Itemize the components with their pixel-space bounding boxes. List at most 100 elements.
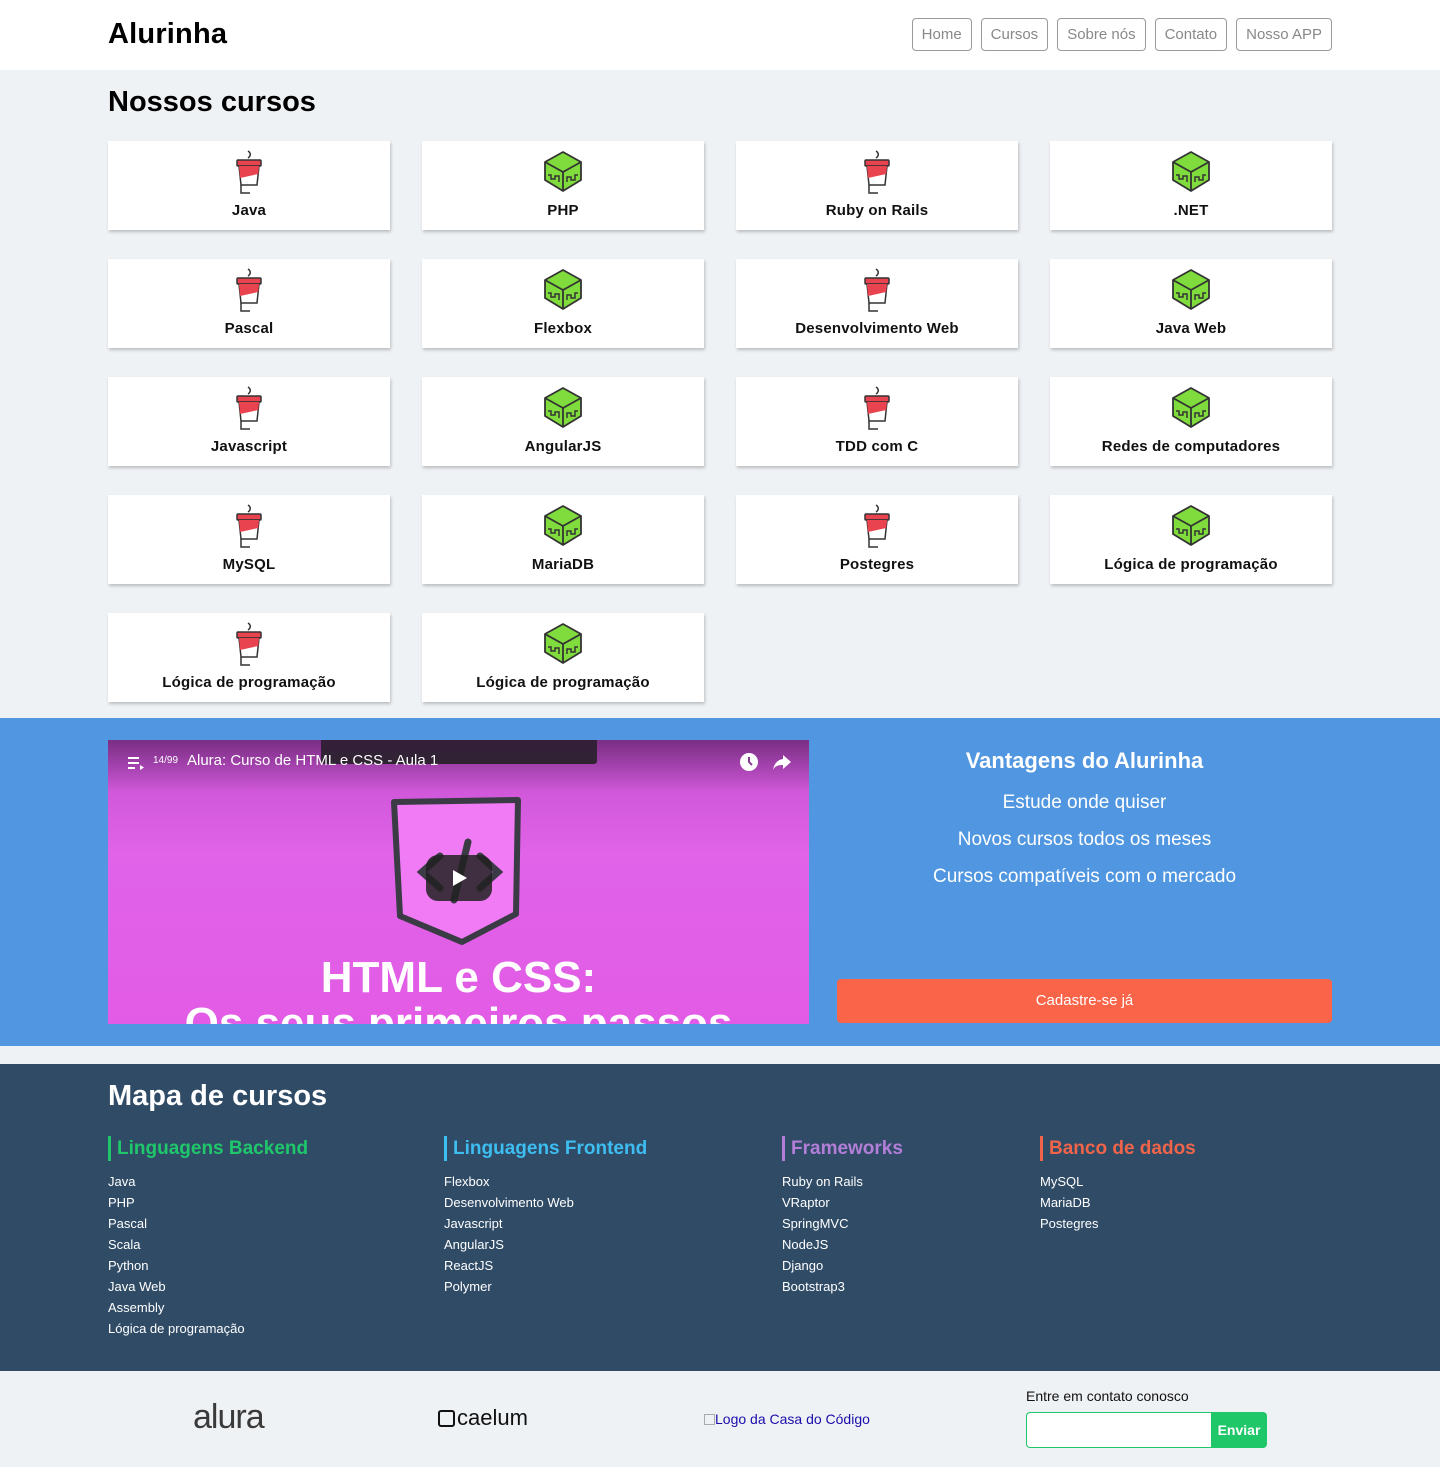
- cube-icon: [1172, 505, 1210, 546]
- video-headline-1: HTML e CSS:: [320, 953, 597, 1002]
- contact-label: Entre em contato conosco: [1026, 1388, 1189, 1404]
- video-player[interactable]: 14/99 Alura: Curso de HTML e CSS - Aula …: [108, 740, 809, 1024]
- course-map-link[interactable]: Polymer: [444, 1276, 647, 1297]
- course-map-link[interactable]: Ruby on Rails: [782, 1171, 903, 1192]
- course-name: Lógica de programação: [162, 674, 336, 691]
- course-map-column: Frameworks Ruby on Rails VRaptor SpringMVC N…: [782, 1136, 903, 1297]
- course-map-heading: Linguagens Frontend: [444, 1136, 647, 1161]
- course-map-link[interactable]: Javascript: [444, 1213, 647, 1234]
- course-map-link[interactable]: Java Web: [108, 1276, 308, 1297]
- course-map-link[interactable]: Pascal: [108, 1213, 308, 1234]
- course-card[interactable]: Flexbox: [422, 259, 704, 348]
- course-card[interactable]: MySQL: [108, 495, 390, 584]
- course-name: Ruby on Rails: [825, 202, 929, 219]
- nav-contato-button[interactable]: Contato: [1154, 18, 1228, 51]
- course-map-link[interactable]: Django: [782, 1255, 903, 1276]
- course-map-link[interactable]: Bootstrap3: [782, 1276, 903, 1297]
- course-card[interactable]: Redes de computadores: [1050, 377, 1332, 466]
- video-counter: 14/99: [153, 755, 179, 766]
- course-map-link[interactable]: AngularJS: [444, 1234, 647, 1255]
- cube-icon: [1172, 151, 1210, 192]
- course-map-link[interactable]: Python: [108, 1255, 308, 1276]
- play-button[interactable]: [426, 855, 492, 901]
- casa-do-codigo-logo[interactable]: Logo da Casa do Código: [704, 1411, 870, 1427]
- course-map-heading: Linguagens Backend: [108, 1136, 308, 1161]
- cube-icon: [544, 151, 582, 192]
- course-card[interactable]: Desenvolvimento Web: [736, 259, 1018, 348]
- cup-icon: [236, 504, 262, 548]
- nav-home-button[interactable]: Home: [911, 18, 972, 51]
- course-name: Java Web: [1155, 320, 1227, 337]
- caelum-logo[interactable]: caelum: [438, 1405, 528, 1431]
- course-map-link[interactable]: MySQL: [1040, 1171, 1196, 1192]
- course-map-link[interactable]: VRaptor: [782, 1192, 903, 1213]
- header: Alurinha Home Cursos Sobre nós Contato N…: [0, 0, 1440, 70]
- watch-later-icon[interactable]: [739, 752, 759, 772]
- signup-button[interactable]: Cadastre-se já: [837, 979, 1332, 1023]
- cup-icon: [236, 622, 262, 666]
- course-map-list: Java PHP Pascal Scala Python Java Web Assembly…: [108, 1171, 308, 1339]
- courses-title: Nossos cursos: [108, 86, 316, 118]
- course-name: Desenvolvimento Web: [795, 320, 959, 337]
- contact-email-input[interactable]: [1026, 1412, 1212, 1448]
- alura-logo[interactable]: alura: [193, 1398, 265, 1437]
- course-map-link[interactable]: MariaDB: [1040, 1192, 1196, 1213]
- course-map-column: Linguagens Backend Java PHP Pascal Scala Pyth…: [108, 1136, 308, 1339]
- cup-icon: [864, 504, 890, 548]
- course-card[interactable]: Pascal: [108, 259, 390, 348]
- course-card[interactable]: MariaDB: [422, 495, 704, 584]
- site-logo[interactable]: Alurinha: [108, 18, 227, 51]
- course-card[interactable]: Lógica de programação: [1050, 495, 1332, 584]
- main-nav: Home Cursos Sobre nós Contato Nosso APP: [911, 18, 1332, 51]
- course-map-link[interactable]: Desenvolvimento Web: [444, 1192, 647, 1213]
- course-name: .NET: [1173, 202, 1209, 219]
- course-name: AngularJS: [524, 438, 602, 455]
- course-card[interactable]: TDD com C: [736, 377, 1018, 466]
- course-card[interactable]: Javascript: [108, 377, 390, 466]
- course-card[interactable]: Lógica de programação: [422, 613, 704, 702]
- course-map-link[interactable]: Flexbox: [444, 1171, 647, 1192]
- send-button[interactable]: Enviar: [1211, 1412, 1267, 1448]
- course-name: Postegres: [839, 556, 915, 573]
- course-card[interactable]: Java Web: [1050, 259, 1332, 348]
- course-map-list: MySQL MariaDB Postegres: [1040, 1171, 1196, 1234]
- course-map-link[interactable]: Scala: [108, 1234, 308, 1255]
- course-card[interactable]: .NET: [1050, 141, 1332, 230]
- nav-sobre-button[interactable]: Sobre nós: [1057, 18, 1146, 51]
- course-map-link[interactable]: Lógica de programação: [108, 1318, 308, 1339]
- course-map-link[interactable]: Postegres: [1040, 1213, 1196, 1234]
- nav-cursos-button[interactable]: Cursos: [980, 18, 1049, 51]
- course-map-heading: Frameworks: [782, 1136, 903, 1161]
- course-card[interactable]: Lógica de programação: [108, 613, 390, 702]
- cup-icon: [236, 268, 262, 312]
- course-map-link[interactable]: Assembly: [108, 1297, 308, 1318]
- cup-icon: [864, 150, 890, 194]
- course-map-link[interactable]: SpringMVC: [782, 1213, 903, 1234]
- video-title[interactable]: Alura: Curso de HTML e CSS - Aula 1: [187, 752, 438, 769]
- casa-do-codigo-alt: Logo da Casa do Código: [715, 1411, 870, 1427]
- course-map-list: Flexbox Desenvolvimento Web Javascript Angu…: [444, 1171, 647, 1297]
- course-name: Pascal: [224, 320, 274, 337]
- advantage-item: Estude onde quiser: [1002, 792, 1167, 813]
- course-card[interactable]: Ruby on Rails: [736, 141, 1018, 230]
- cube-icon: [1172, 387, 1210, 428]
- caelum-logo-text: caelum: [457, 1405, 528, 1430]
- broken-image-icon: [704, 1414, 715, 1425]
- course-name: MySQL: [222, 556, 276, 573]
- course-card[interactable]: Postegres: [736, 495, 1018, 584]
- courses-grid: Java PHP Ruby on Rails .NET Pascal Flexbox Des…: [108, 141, 1333, 702]
- course-map-heading: Banco de dados: [1040, 1136, 1196, 1161]
- course-map-column: Linguagens Frontend Flexbox Desenvolviment…: [444, 1136, 647, 1297]
- course-name: Javascript: [210, 438, 288, 455]
- course-card[interactable]: AngularJS: [422, 377, 704, 466]
- playlist-icon[interactable]: [128, 756, 144, 770]
- course-map-title: Mapa de cursos: [108, 1080, 328, 1112]
- course-map-link[interactable]: Java: [108, 1171, 308, 1192]
- course-card[interactable]: Java: [108, 141, 390, 230]
- course-map-link[interactable]: ReactJS: [444, 1255, 647, 1276]
- nav-app-button[interactable]: Nosso APP: [1236, 18, 1332, 51]
- course-card[interactable]: PHP: [422, 141, 704, 230]
- share-icon[interactable]: [772, 753, 792, 771]
- course-map-link[interactable]: PHP: [108, 1192, 308, 1213]
- course-map-link[interactable]: NodeJS: [782, 1234, 903, 1255]
